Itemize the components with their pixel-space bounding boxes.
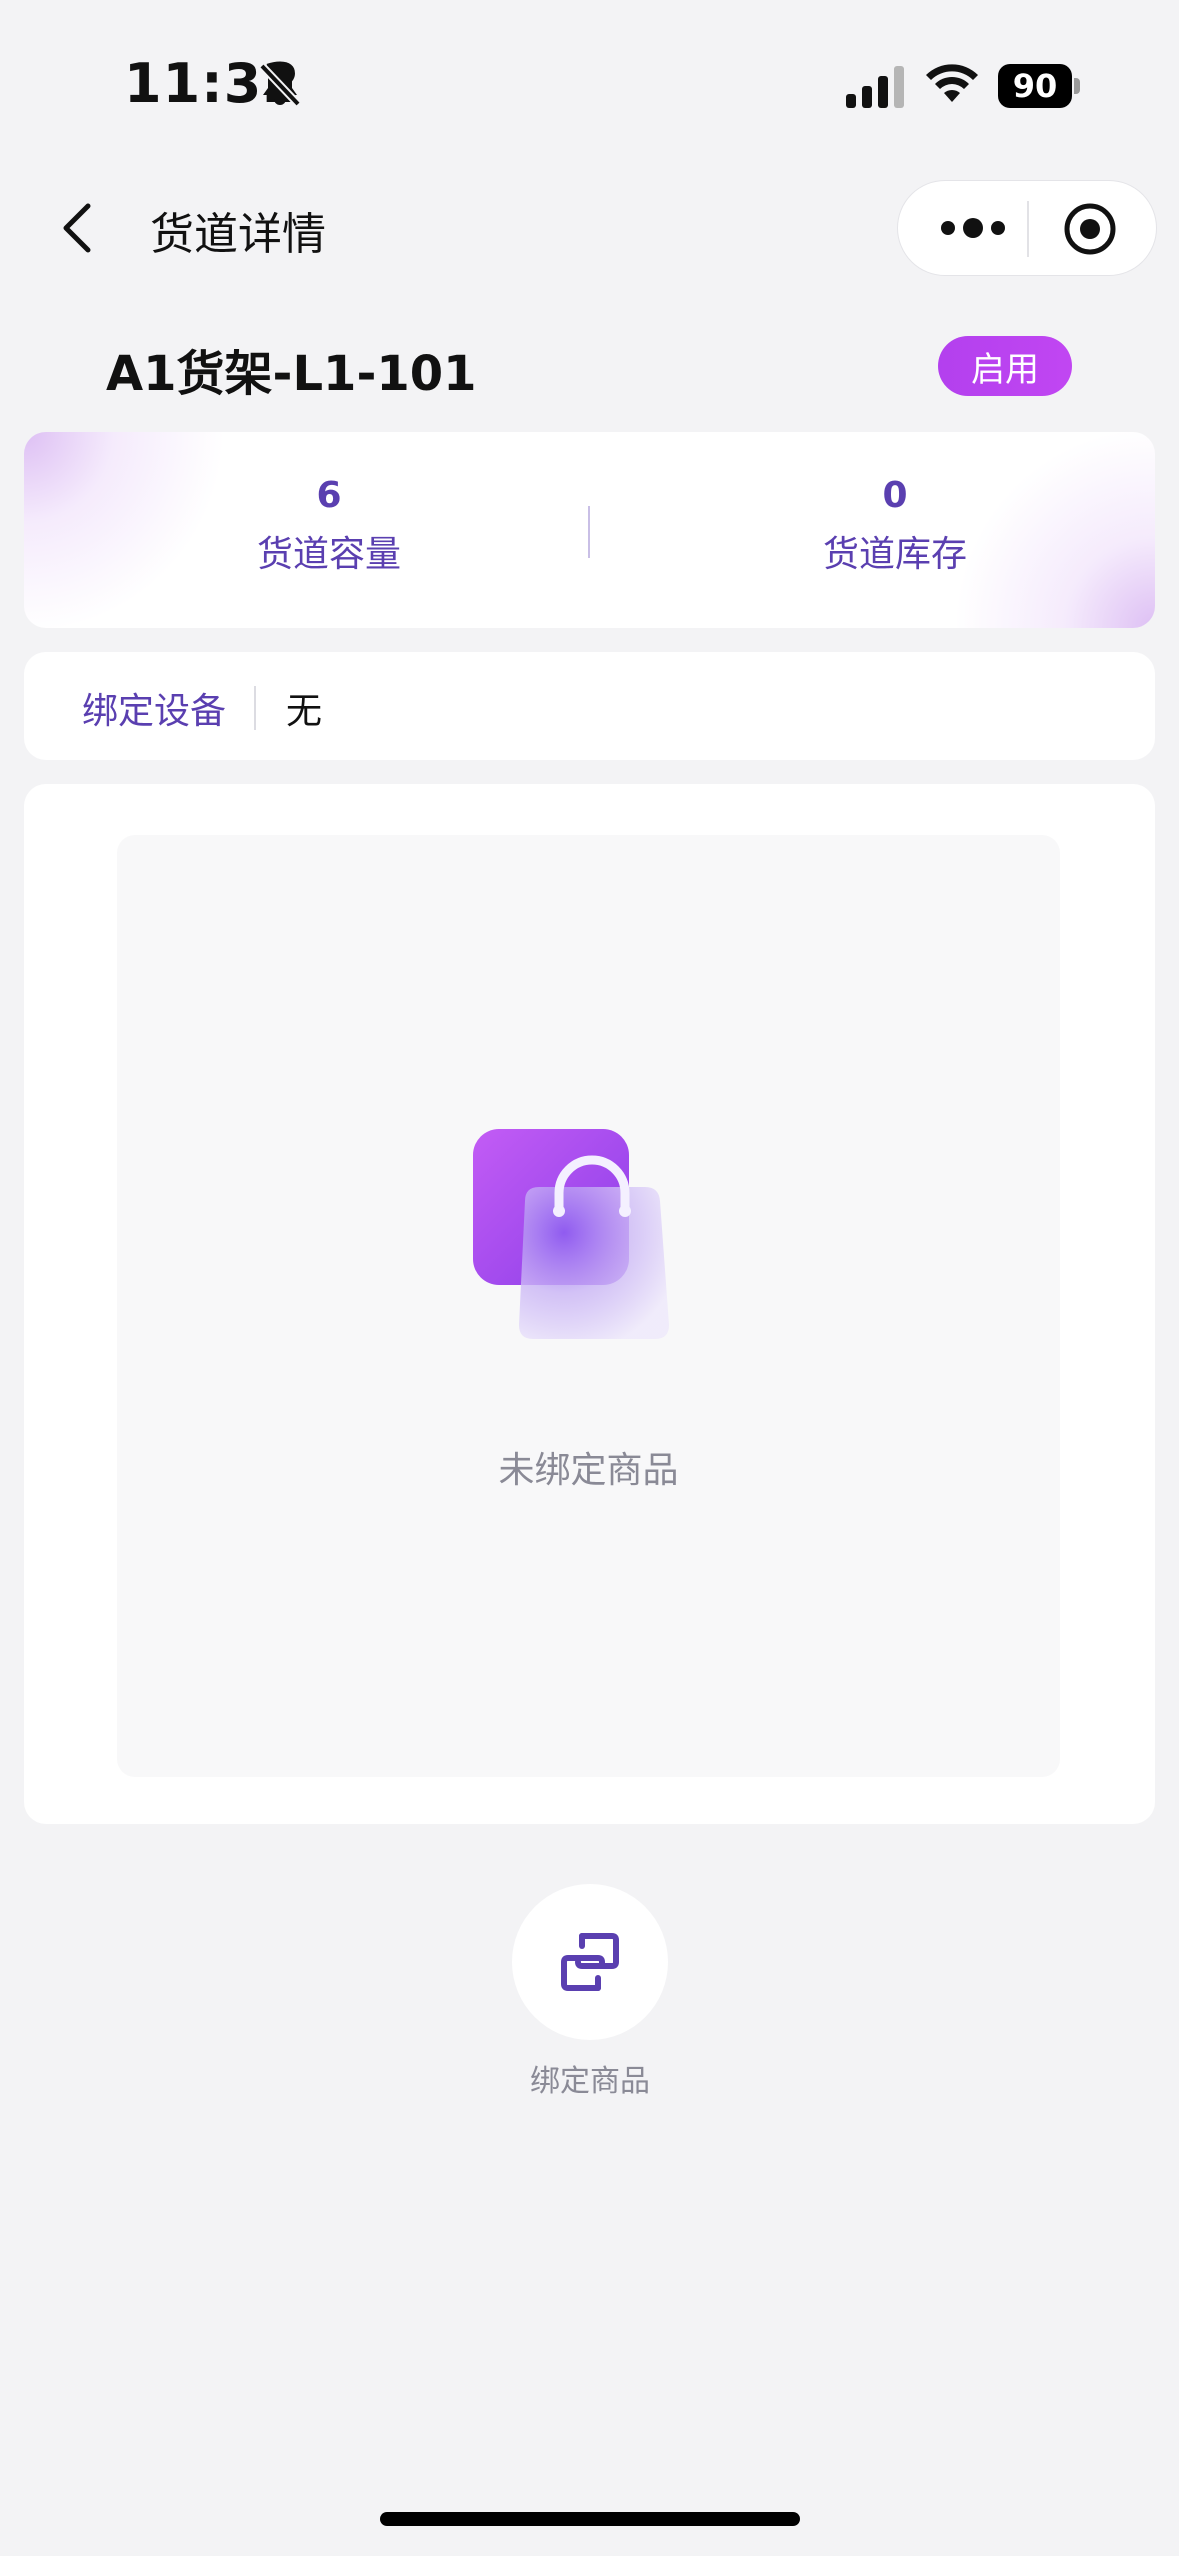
back-icon[interactable] bbox=[58, 200, 98, 256]
stock-value: 0 bbox=[882, 475, 908, 516]
mini-program-capsule bbox=[897, 180, 1157, 276]
capacity-stat: 6 货道容量 bbox=[129, 474, 529, 580]
lane-name: A1货架-L1-101 bbox=[106, 346, 477, 402]
bound-device-label: 绑定设备 bbox=[82, 691, 227, 732]
link-swap-icon bbox=[561, 1933, 619, 1991]
battery-level: 90 bbox=[998, 64, 1072, 108]
shopping-bag-icon bbox=[473, 1129, 669, 1339]
stock-stat: 0 货道库存 bbox=[695, 474, 1095, 580]
capacity-label: 货道容量 bbox=[256, 534, 401, 575]
more-icon[interactable] bbox=[938, 203, 1008, 253]
status-badge: 启用 bbox=[938, 336, 1072, 396]
bound-device-value: 无 bbox=[286, 691, 323, 732]
wifi-icon bbox=[926, 64, 978, 102]
status-bar: 11:32 90 bbox=[0, 0, 1179, 150]
empty-state-text: 未绑定商品 bbox=[498, 1450, 679, 1491]
capacity-value: 6 bbox=[316, 475, 342, 516]
stats-divider bbox=[588, 506, 590, 558]
close-target-icon[interactable] bbox=[1062, 201, 1118, 257]
device-divider bbox=[254, 686, 256, 730]
battery-icon: 90 bbox=[998, 64, 1082, 108]
empty-state: 未绑定商品 bbox=[117, 835, 1060, 1777]
bound-device-row: 绑定设备 无 bbox=[24, 652, 1155, 760]
cellular-signal-icon bbox=[846, 66, 904, 108]
home-indicator[interactable] bbox=[380, 2512, 800, 2526]
bind-product-label[interactable]: 绑定商品 bbox=[440, 2056, 740, 2100]
page-title: 货道详情 bbox=[150, 209, 326, 260]
stock-label: 货道库存 bbox=[822, 534, 967, 575]
bell-muted-icon bbox=[259, 63, 301, 107]
bind-product-button[interactable] bbox=[512, 1884, 668, 2040]
capsule-divider bbox=[1027, 201, 1029, 257]
product-card: 未绑定商品 bbox=[24, 784, 1155, 1824]
stats-card: 6 货道容量 0 货道库存 bbox=[24, 432, 1155, 628]
